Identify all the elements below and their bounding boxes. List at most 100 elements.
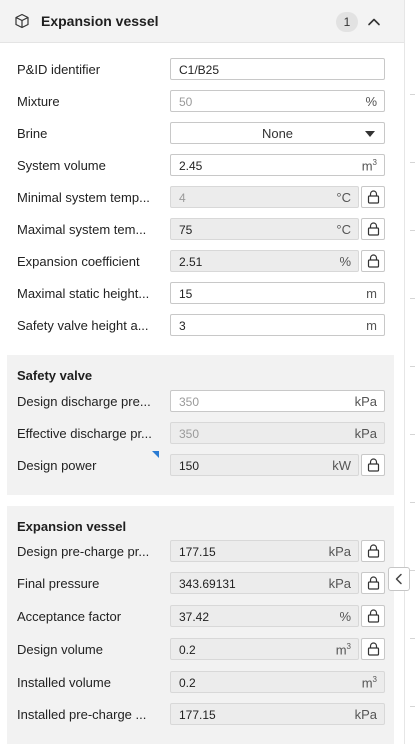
design-power-row: Design power 150 kW bbox=[0, 451, 404, 478]
panel-title: Expansion vessel bbox=[41, 13, 159, 29]
field-value: 177.15 bbox=[179, 545, 216, 559]
field-label: Design discharge pre... bbox=[17, 394, 151, 409]
unit-label: m3 bbox=[335, 642, 351, 658]
field-label: Final pressure bbox=[17, 576, 100, 591]
expansion-coefficient-input[interactable]: 2.51 % bbox=[170, 250, 359, 272]
mixture-row: Mixture 50 % bbox=[0, 90, 404, 114]
section-title: Safety valve bbox=[17, 368, 93, 383]
pid-identifier-row: P&ID identifier C1/B25 bbox=[0, 58, 404, 82]
lock-button[interactable] bbox=[361, 605, 385, 627]
safety-valve-height-input[interactable]: 3 m bbox=[170, 314, 385, 336]
pid-identifier-input[interactable]: C1/B25 bbox=[170, 58, 385, 80]
field-label: Effective discharge pr... bbox=[17, 426, 152, 441]
brine-select[interactable]: None bbox=[170, 122, 385, 144]
installed-volume-input[interactable]: 0.2 m3 bbox=[170, 671, 385, 693]
lock-button[interactable] bbox=[361, 454, 385, 476]
unit-label: % bbox=[339, 254, 351, 269]
dropdown-arrow-icon bbox=[365, 131, 375, 137]
field-label: Minimal system temp... bbox=[17, 190, 150, 205]
design-discharge-pressure-input[interactable]: 350 kPa bbox=[170, 390, 385, 412]
field-label: Safety valve height a... bbox=[17, 318, 149, 333]
field-placeholder: 350 bbox=[179, 427, 200, 441]
field-value: 0.2 bbox=[179, 676, 196, 690]
field-value: 343.69131 bbox=[179, 577, 236, 591]
lock-button[interactable] bbox=[361, 186, 385, 208]
acceptance-factor-row: Acceptance factor 37.42 % bbox=[0, 605, 404, 629]
unit-label: % bbox=[339, 609, 351, 624]
modified-marker-icon bbox=[152, 451, 159, 458]
mixture-input[interactable]: 50 % bbox=[170, 90, 385, 112]
expansion-coefficient-row: Expansion coefficient 2.51 % bbox=[0, 250, 404, 274]
field-label: Design volume bbox=[17, 642, 103, 657]
field-label: Acceptance factor bbox=[17, 609, 122, 624]
design-power-input[interactable]: 150 kW bbox=[170, 454, 359, 476]
system-volume-row: System volume 2.45 m3 bbox=[0, 154, 404, 178]
final-pressure-input[interactable]: 343.69131 kPa bbox=[170, 572, 359, 594]
cube-icon bbox=[14, 13, 30, 29]
collapse-panel-button[interactable] bbox=[388, 567, 410, 591]
design-precharge-pressure-input[interactable]: 177.15 kPa bbox=[170, 540, 359, 562]
unit-label: kPa bbox=[328, 576, 351, 591]
max-static-height-input[interactable]: 15 m bbox=[170, 282, 385, 304]
max-system-temp-row: Maximal system tem... 75 °C bbox=[0, 218, 404, 242]
min-system-temp-input[interactable]: 4 °C bbox=[170, 186, 359, 208]
field-value: 2.45 bbox=[179, 159, 203, 173]
properties-panel: Expansion vessel 1 P&ID identifier C1/B2… bbox=[0, 0, 405, 744]
field-label: P&ID identifier bbox=[17, 62, 101, 77]
field-value: 3 bbox=[179, 319, 186, 333]
field-label: Expansion coefficient bbox=[17, 254, 140, 269]
select-value: None bbox=[261, 126, 294, 141]
design-precharge-pressure-row: Design pre-charge pr... 177.15 kPa bbox=[0, 540, 404, 564]
unit-label: % bbox=[365, 94, 377, 109]
lock-button[interactable] bbox=[361, 572, 385, 594]
lock-icon bbox=[367, 576, 380, 590]
field-value: C1/B25 bbox=[179, 63, 220, 77]
count-badge: 1 bbox=[336, 12, 358, 32]
unit-label: m bbox=[366, 318, 377, 333]
section-title: Expansion vessel bbox=[17, 519, 127, 534]
unit-label: m3 bbox=[361, 675, 377, 691]
field-label: Mixture bbox=[17, 94, 60, 109]
effective-discharge-pressure-row: Effective discharge pr... 350 kPa bbox=[0, 422, 404, 446]
min-system-temp-row: Minimal system temp... 4 °C bbox=[0, 186, 404, 210]
field-value: 150 bbox=[179, 459, 200, 473]
safety-valve-height-row: Safety valve height a... 3 m bbox=[0, 314, 404, 338]
effective-discharge-pressure-input[interactable]: 350 kPa bbox=[170, 422, 385, 444]
field-label: Maximal static height... bbox=[17, 286, 150, 301]
final-pressure-row: Final pressure 343.69131 kPa bbox=[0, 572, 404, 596]
lock-icon bbox=[367, 190, 380, 204]
unit-label: kPa bbox=[328, 544, 351, 559]
field-placeholder: 350 bbox=[179, 395, 200, 409]
field-placeholder: 50 bbox=[179, 95, 193, 109]
field-placeholder: 4 bbox=[179, 191, 186, 205]
field-label: Brine bbox=[17, 126, 48, 141]
system-volume-input[interactable]: 2.45 m3 bbox=[170, 154, 385, 176]
field-value: 75 bbox=[179, 223, 193, 237]
chevron-left-icon bbox=[395, 573, 402, 585]
lock-button[interactable] bbox=[361, 638, 385, 660]
lock-button[interactable] bbox=[361, 250, 385, 272]
field-value: 15 bbox=[179, 287, 193, 301]
lock-icon bbox=[367, 458, 380, 472]
field-value: 37.42 bbox=[179, 610, 210, 624]
chevron-up-icon bbox=[368, 18, 380, 26]
lock-button[interactable] bbox=[361, 540, 385, 562]
lock-icon bbox=[367, 642, 380, 656]
lock-icon bbox=[367, 609, 380, 623]
max-system-temp-input[interactable]: 75 °C bbox=[170, 218, 359, 240]
panel-header: Expansion vessel 1 bbox=[0, 0, 404, 43]
acceptance-factor-input[interactable]: 37.42 % bbox=[170, 605, 359, 627]
field-label: Installed volume bbox=[17, 675, 111, 690]
field-value: 0.2 bbox=[179, 643, 196, 657]
design-volume-input[interactable]: 0.2 m3 bbox=[170, 638, 359, 660]
lock-button[interactable] bbox=[361, 218, 385, 240]
brine-row: Brine None bbox=[0, 122, 404, 146]
design-volume-row: Design volume 0.2 m3 bbox=[0, 638, 404, 662]
installed-precharge-pressure-row: Installed pre-charge ... 177.15 kPa bbox=[0, 703, 404, 727]
unit-label: °C bbox=[336, 222, 351, 237]
lock-icon bbox=[367, 544, 380, 558]
edge-ruler bbox=[408, 44, 415, 744]
installed-precharge-pressure-input[interactable]: 177.15 kPa bbox=[170, 703, 385, 725]
collapse-button[interactable] bbox=[365, 13, 383, 31]
field-label: System volume bbox=[17, 158, 106, 173]
